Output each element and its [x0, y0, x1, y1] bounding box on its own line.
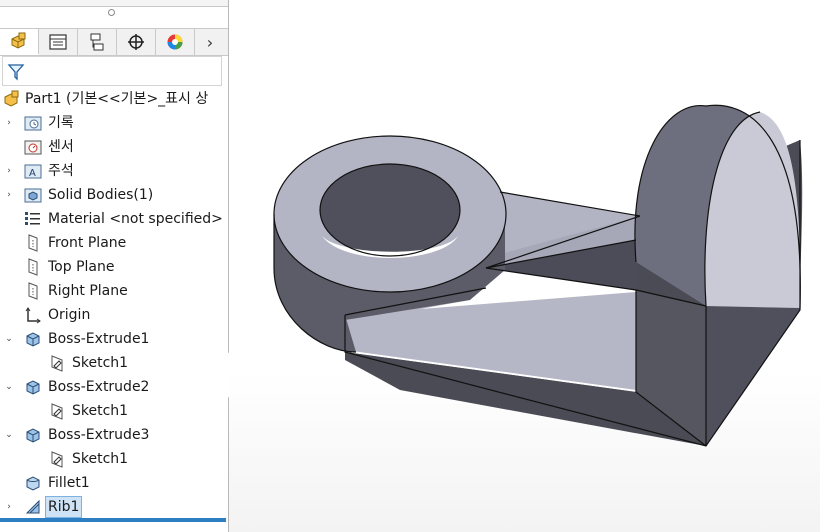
tree-item[interactable]: Origin	[0, 303, 228, 327]
displaymanager-tab[interactable]	[156, 29, 195, 55]
tree-item-label: 기록	[48, 115, 74, 131]
fillet-icon	[24, 474, 42, 492]
tree-item-label: Fillet1	[48, 475, 90, 491]
tree-item[interactable]: Right Plane	[0, 279, 228, 303]
feature-manager-tabs: ›	[0, 28, 228, 56]
tree-item[interactable]: Sketch1	[0, 399, 228, 423]
expand-arrow-icon[interactable]: ›	[4, 118, 14, 128]
expand-arrow-icon[interactable]: ›	[4, 166, 14, 176]
plane-icon	[24, 282, 42, 300]
part-icon	[3, 90, 21, 108]
tree-item-label: 센서	[48, 139, 74, 155]
panel-resize-grip[interactable]	[108, 9, 115, 16]
filter-box[interactable]	[2, 56, 222, 86]
tree-item-label: Origin	[48, 307, 91, 323]
plane-icon	[24, 258, 42, 276]
sensor-icon	[24, 138, 42, 156]
featuremanager-icon	[11, 32, 26, 49]
extrude-icon	[24, 426, 42, 444]
tree-item-label: Right Plane	[48, 283, 128, 299]
tree-item-label: Sketch1	[72, 355, 129, 371]
tree-item[interactable]: › 기록	[0, 111, 228, 135]
feature-manager-panel: › Part1 (기본<<기본>_표시 상 › 기록센서 › A 주석 › Solid Bod…	[0, 0, 229, 532]
tree-item[interactable]: Sketch1	[0, 447, 228, 471]
extrude-icon	[24, 330, 42, 348]
collapse-arrow-icon[interactable]: ⌄	[4, 334, 14, 344]
dimxpert-icon	[128, 34, 144, 50]
collapse-arrow-icon[interactable]: ⌄	[4, 430, 14, 440]
tree-item-label: Front Plane	[48, 235, 127, 251]
annotations-icon: A	[24, 162, 42, 180]
tree-item[interactable]: › Rib1	[0, 495, 228, 519]
tree-item[interactable]: 센서	[0, 135, 228, 159]
tree-item[interactable]: ⌄ Boss-Extrude2	[0, 375, 228, 399]
tree-item[interactable]: Fillet1	[0, 471, 228, 495]
solid-bodies-icon	[24, 186, 42, 204]
tree-item[interactable]: Top Plane	[0, 255, 228, 279]
tree-item[interactable]: ⌄ Boss-Extrude1	[0, 327, 228, 351]
configurationmanager-icon	[90, 33, 104, 51]
tree-item-label: Material <not specified>	[48, 211, 223, 227]
configurationmanager-tab[interactable]	[78, 29, 117, 55]
tree-item-label: Boss-Extrude2	[48, 379, 150, 395]
tree-item-label: Rib1	[45, 496, 83, 518]
expand-arrow-icon[interactable]: ›	[4, 502, 14, 512]
dimxpertmanager-tab[interactable]	[117, 29, 156, 55]
extrude-icon	[24, 378, 42, 396]
tree-item-label: Part1 (기본<<기본>_표시 상	[25, 91, 209, 107]
sketch-icon	[48, 450, 66, 468]
propertymanager-icon	[49, 34, 67, 50]
expand-arrow-icon[interactable]: ›	[4, 190, 14, 200]
tree-item-label: Boss-Extrude3	[48, 427, 150, 443]
svg-text:A: A	[29, 168, 36, 179]
tree-item[interactable]: Sketch1	[0, 351, 228, 375]
displaymanager-icon	[167, 34, 183, 50]
panel-top-strip	[0, 0, 228, 7]
rib-icon	[24, 498, 42, 516]
filter-icon[interactable]	[7, 63, 25, 81]
tree-item-label: 주석	[48, 163, 74, 179]
tree-item-label: Boss-Extrude1	[48, 331, 150, 347]
tree-item[interactable]: › A 주석	[0, 159, 228, 183]
tree-item[interactable]: ⌄ Boss-Extrude3	[0, 423, 228, 447]
tree-item[interactable]: › Solid Bodies(1)	[0, 183, 228, 207]
3d-model[interactable]	[229, 0, 820, 532]
origin-icon	[24, 306, 42, 324]
tree-item-label: Top Plane	[48, 259, 115, 275]
sketch-icon	[48, 402, 66, 420]
plane-icon	[24, 234, 42, 252]
horizontal-scrollbar[interactable]	[0, 518, 226, 522]
tree-item-label: Sketch1	[72, 403, 129, 419]
tree-item-label: Solid Bodies(1)	[48, 187, 154, 203]
sketch-icon	[48, 354, 66, 372]
tree-root-part[interactable]: Part1 (기본<<기본>_표시 상	[0, 87, 228, 111]
material-icon	[24, 210, 42, 228]
tree-item[interactable]: Front Plane	[0, 231, 228, 255]
tree-item[interactable]: Material <not specified>	[0, 207, 228, 231]
history-icon	[24, 114, 42, 132]
graphics-viewport[interactable]	[229, 0, 820, 532]
collapse-arrow-icon[interactable]: ⌄	[4, 382, 14, 392]
featuremanager-tab[interactable]	[0, 29, 39, 55]
propertymanager-tab[interactable]	[39, 29, 78, 55]
more-tabs-button[interactable]: ›	[195, 29, 225, 55]
tree-item-label: Sketch1	[72, 451, 129, 467]
